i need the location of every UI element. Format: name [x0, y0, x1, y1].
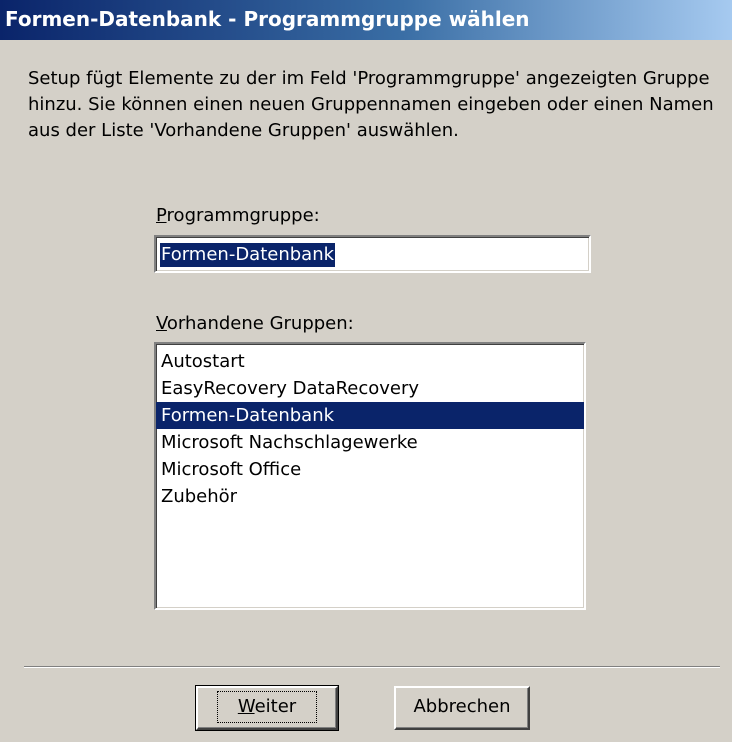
existing-groups-list[interactable]: Autostart EasyRecovery DataRecovery Form…: [154, 342, 586, 610]
program-group-label-mnemonic: P: [156, 205, 167, 226]
instructions-text: Setup fügt Elemente zu der im Feld 'Prog…: [28, 68, 714, 141]
list-item[interactable]: EasyRecovery DataRecovery: [156, 375, 584, 402]
next-button-mnemonic: W: [237, 696, 255, 717]
program-group-input-value: Formen-Datenbank: [160, 243, 336, 267]
list-item[interactable]: Microsoft Office: [156, 456, 584, 483]
program-group-label-text: rogrammgruppe:: [166, 205, 320, 226]
separator-line: [24, 666, 720, 668]
title-bar[interactable]: Formen-Datenbank - Programmgruppe wählen: [0, 0, 732, 40]
program-group-label: Programmgruppe:: [156, 205, 320, 226]
list-item-selected[interactable]: Formen-Datenbank: [156, 402, 584, 429]
next-button-focus: Weiter: [216, 691, 318, 723]
existing-groups-label-text: orhandene Gruppen:: [166, 313, 354, 334]
list-item[interactable]: Microsoft Nachschlagewerke: [156, 429, 584, 456]
existing-groups-label-mnemonic: V: [156, 313, 167, 334]
window-title: Formen-Datenbank - Programmgruppe wählen: [5, 7, 530, 31]
next-button[interactable]: Weiter: [195, 685, 339, 731]
list-item[interactable]: Zubehör: [156, 483, 584, 510]
next-button-label: eiter: [254, 696, 297, 717]
list-item[interactable]: Autostart: [156, 348, 584, 375]
cancel-button[interactable]: Abbrechen: [394, 686, 530, 730]
existing-groups-label: Vorhandene Gruppen:: [156, 313, 354, 334]
program-group-input[interactable]: Formen-Datenbank: [154, 235, 591, 273]
